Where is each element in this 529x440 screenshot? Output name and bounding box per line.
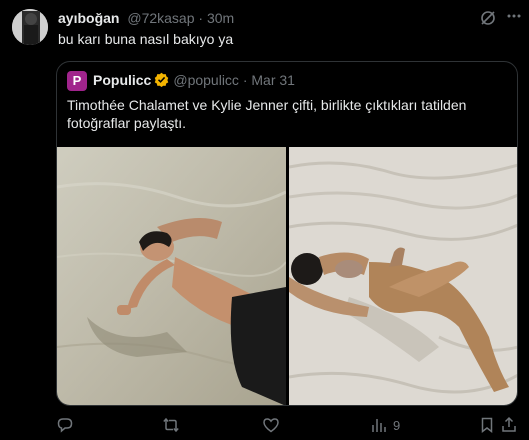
tweet[interactable]: ayıboğan @72kasap · 30m bu karı buna nas… bbox=[0, 0, 529, 440]
bookmark-icon bbox=[481, 417, 493, 434]
like-button[interactable] bbox=[262, 415, 280, 435]
bookmark-button[interactable] bbox=[478, 415, 496, 435]
quoted-author-handle[interactable]: @populicc bbox=[173, 72, 239, 88]
tweet-header: ayıboğan @72kasap · 30m bbox=[58, 10, 234, 26]
share-icon bbox=[502, 416, 516, 432]
quoted-text: Timothée Chalamet ve Kylie Jenner çifti,… bbox=[67, 97, 467, 131]
retweet-icon bbox=[163, 417, 179, 433]
quoted-separator: · bbox=[242, 72, 248, 88]
views-button[interactable]: 9 bbox=[370, 415, 400, 435]
quoted-date[interactable]: Mar 31 bbox=[251, 72, 295, 88]
share-button[interactable] bbox=[500, 415, 518, 435]
photo-woman-lying-on-sand[interactable] bbox=[289, 147, 517, 405]
author-name[interactable]: ayıboğan bbox=[58, 10, 119, 26]
more-icon[interactable] bbox=[505, 7, 523, 25]
tweet-time[interactable]: 30m bbox=[207, 10, 234, 26]
verified-badge-icon bbox=[155, 72, 169, 87]
quoted-author-name[interactable]: Populicc bbox=[93, 72, 151, 88]
reply-button[interactable] bbox=[56, 415, 74, 435]
like-icon bbox=[263, 418, 279, 433]
quoted-header: Populicc @populicc · Mar 31 bbox=[93, 72, 295, 88]
grok-icon[interactable] bbox=[479, 9, 497, 27]
photo-man-lying-in-water[interactable] bbox=[57, 147, 286, 405]
retweet-button[interactable] bbox=[162, 415, 180, 435]
author-handle[interactable]: @72kasap bbox=[127, 10, 194, 26]
action-bar: 9 bbox=[56, 415, 518, 435]
quoted-tweet[interactable]: P Populicc @populicc · Mar 31 Timothée C… bbox=[56, 61, 518, 406]
avatar[interactable] bbox=[12, 9, 48, 45]
tweet-text: bu karı buna nasıl bakıyo ya bbox=[58, 31, 234, 47]
reply-icon bbox=[57, 418, 73, 433]
views-count: 9 bbox=[393, 417, 401, 433]
quoted-avatar[interactable]: P bbox=[67, 71, 87, 91]
separator: · bbox=[198, 10, 204, 26]
views-icon bbox=[372, 419, 386, 432]
